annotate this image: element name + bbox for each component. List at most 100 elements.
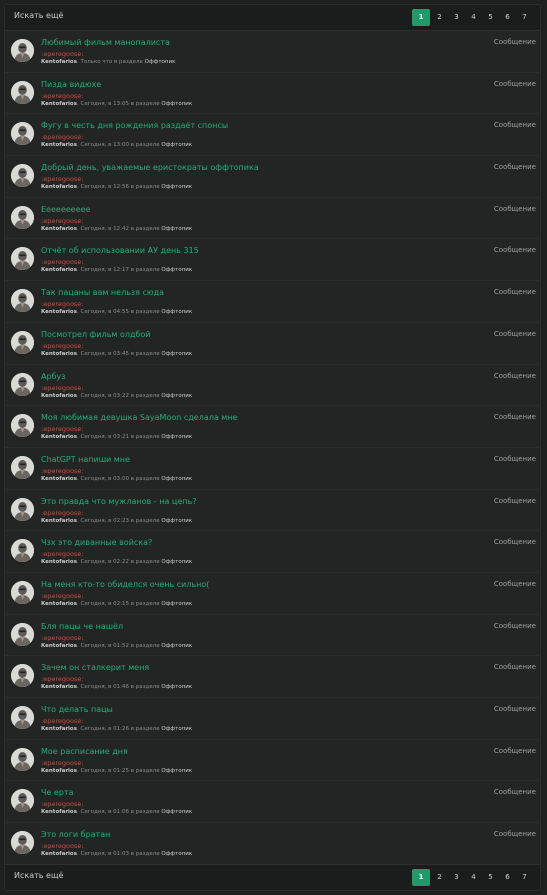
result-title-link[interactable]: Что делать пацы (41, 705, 113, 714)
section-link[interactable]: Оффтопик (161, 309, 192, 315)
avatar[interactable] (11, 580, 34, 604)
page-link-5[interactable]: 5 (483, 869, 498, 886)
author-link[interactable]: Kentofarios (41, 184, 77, 190)
section-link[interactable]: Оффтопик (161, 518, 192, 524)
result-title-link[interactable]: Так пацаны вам нельзя сюда (41, 288, 164, 297)
result-title-link[interactable]: Мое расписание дня (41, 747, 128, 756)
author-link[interactable]: Kentofarios (41, 351, 77, 357)
result-title-link[interactable]: Отчёт об использовании АУ день 315 (41, 246, 199, 255)
section-link[interactable]: Оффтопик (145, 59, 176, 65)
author-link[interactable]: Kentofarios (41, 809, 77, 815)
section-link[interactable]: Оффтопик (161, 684, 192, 690)
section-link[interactable]: Оффтопик (161, 267, 192, 273)
avatar[interactable] (11, 122, 34, 146)
result-title-link[interactable]: Любимый фильм манопалиста (41, 38, 170, 47)
avatar[interactable] (11, 789, 34, 813)
avatar[interactable] (11, 497, 34, 521)
result-title-link[interactable]: Это логи братан (41, 830, 110, 839)
page-link-2[interactable]: 2 (432, 869, 447, 886)
author-link[interactable]: Kentofarios (41, 226, 77, 232)
result-meta: Kentofarios. Сегодня, в 03:45 в разделе … (41, 351, 192, 357)
author-link[interactable]: Kentofarios (41, 476, 77, 482)
avatar[interactable] (11, 372, 34, 396)
section-link[interactable]: Оффтопик (161, 393, 192, 399)
section-link[interactable]: Оффтопик (161, 601, 192, 607)
author-link[interactable]: Kentofarios (41, 726, 77, 732)
author-link[interactable]: Kentofarios (41, 684, 77, 690)
author-link[interactable]: Kentofarios (41, 101, 77, 107)
avatar[interactable] (11, 622, 34, 646)
avatar[interactable] (11, 831, 34, 855)
result-title-link[interactable]: Добрый день, уважаемые еристократы оффто… (41, 163, 259, 172)
avatar[interactable] (11, 664, 34, 688)
page-link-7[interactable]: 7 (517, 9, 532, 26)
section-link[interactable]: Оффтопик (161, 643, 192, 649)
page-link-6[interactable]: 6 (500, 869, 515, 886)
search-more-link[interactable]: Искать ещё (14, 11, 63, 20)
avatar[interactable] (11, 330, 34, 354)
result-meta: Kentofarios. Сегодня, в 02:15 в разделе … (41, 601, 192, 607)
section-link[interactable]: Оффтопик (161, 851, 192, 857)
author-link[interactable]: Kentofarios (41, 267, 77, 273)
result-title-link[interactable]: Посмотрел фильм олдбой (41, 330, 151, 339)
result-title-link[interactable]: Чзх это диванные войска? (41, 538, 152, 547)
in-section-label: в разделе (130, 559, 160, 566)
avatar[interactable] (11, 247, 34, 271)
section-link[interactable]: Оффтопик (161, 476, 192, 482)
avatar[interactable] (11, 414, 34, 438)
result-title-link[interactable]: Это правда что мужланов - на цепь? (41, 497, 196, 506)
avatar[interactable] (11, 706, 34, 729)
author-link[interactable]: Kentofarios (41, 393, 77, 399)
avatar[interactable] (11, 205, 34, 229)
author-link[interactable]: Kentofarios (41, 309, 77, 315)
author-link[interactable]: Kentofarios (41, 142, 77, 148)
author-link[interactable]: Kentofarios (41, 59, 77, 65)
result-title-link[interactable]: Арбуз (41, 372, 65, 381)
author-link[interactable]: Kentofarios (41, 601, 77, 607)
result-title-link[interactable]: Бля пацы че нашёл (41, 622, 123, 631)
page-link-2[interactable]: 2 (432, 9, 447, 26)
section-link[interactable]: Оффтопик (161, 184, 192, 190)
avatar[interactable] (11, 80, 34, 104)
section-link[interactable]: Оффтопик (161, 226, 192, 232)
page-link-4[interactable]: 4 (466, 869, 481, 886)
section-link[interactable]: Оффтопик (161, 768, 192, 774)
section-link[interactable]: Оффтопик (161, 351, 192, 357)
author-link[interactable]: Kentofarios (41, 434, 77, 440)
author-link[interactable]: Kentofarios (41, 643, 77, 649)
avatar[interactable] (11, 39, 34, 62)
section-link[interactable]: Оффтопик (161, 559, 192, 565)
section-link[interactable]: Оффтопик (161, 101, 192, 107)
result-title-link[interactable]: Пизда видюхе (41, 80, 101, 89)
page-link-3[interactable]: 3 (449, 9, 464, 26)
page-link-1[interactable]: 1 (412, 869, 430, 886)
avatar[interactable] (11, 455, 34, 479)
author-link[interactable]: Kentofarios (41, 559, 77, 565)
result-title-link[interactable]: ChatGPT напиши мне (41, 455, 130, 464)
page-link-3[interactable]: 3 (449, 869, 464, 886)
avatar[interactable] (11, 539, 34, 563)
page-link-4[interactable]: 4 (466, 9, 481, 26)
page-link-5[interactable]: 5 (483, 9, 498, 26)
section-link[interactable]: Оффтопик (161, 809, 192, 815)
top-toolbar: Искать ещё 1234567 (5, 5, 540, 31)
result-title-link[interactable]: Зачем он сталкерит меня (41, 663, 149, 672)
page-link-7[interactable]: 7 (517, 869, 532, 886)
section-link[interactable]: Оффтопик (161, 142, 192, 148)
author-link[interactable]: Kentofarios (41, 851, 77, 857)
avatar[interactable] (11, 164, 34, 188)
result-title-link[interactable]: Че ерта (41, 788, 74, 797)
result-title-link[interactable]: Ееееееееее (41, 205, 90, 214)
result-title-link[interactable]: Фугу в честь дня рождения раздаёт спонсы (41, 121, 228, 130)
page-link-1[interactable]: 1 (412, 9, 430, 26)
author-link[interactable]: Kentofarios (41, 518, 77, 524)
search-more-link[interactable]: Искать ещё (14, 871, 63, 880)
section-link[interactable]: Оффтопик (161, 726, 192, 732)
page-link-6[interactable]: 6 (500, 9, 515, 26)
avatar[interactable] (11, 289, 34, 313)
author-link[interactable]: Kentofarios (41, 768, 77, 774)
section-link[interactable]: Оффтопик (161, 434, 192, 440)
result-title-link[interactable]: Моя любимая девушка SayaMoon сделала мне (41, 413, 237, 422)
result-title-link[interactable]: На меня кто-то обиделся очень сильно( (41, 580, 209, 589)
avatar[interactable] (11, 747, 34, 771)
